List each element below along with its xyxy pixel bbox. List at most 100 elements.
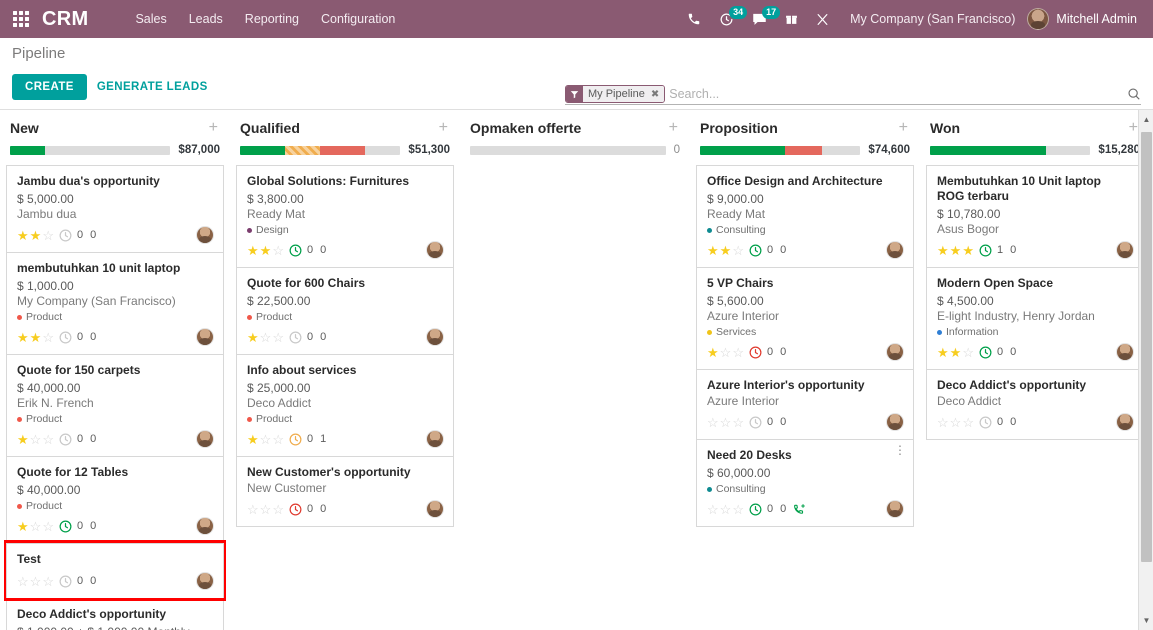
priority-star[interactable]: ★: [707, 244, 719, 257]
kanban-card[interactable]: membutuhkan 10 unit laptop $ 1,000.00 My C…: [6, 252, 224, 354]
kanban-card[interactable]: Office Design and Architecture $ 9,000.00…: [696, 165, 914, 267]
activity-clock-icon[interactable]: [749, 416, 762, 429]
activity-clock-icon[interactable]: [979, 416, 992, 429]
company-switcher[interactable]: My Company (San Francisco): [838, 12, 1027, 26]
priority-star[interactable]: ☆: [950, 416, 962, 429]
card-avatar[interactable]: [886, 500, 904, 518]
priority-star[interactable]: ☆: [247, 503, 259, 516]
vertical-scrollbar[interactable]: ▲ ▼: [1138, 110, 1153, 630]
priority-star[interactable]: ☆: [30, 433, 42, 446]
progress-segment-green[interactable]: [930, 145, 1046, 155]
navbar-menu-sales[interactable]: Sales: [124, 6, 177, 32]
progress-segment-red[interactable]: [320, 145, 366, 155]
card-avatar[interactable]: [886, 413, 904, 431]
priority-star[interactable]: ☆: [732, 503, 744, 516]
close-icon[interactable]: ✖: [651, 89, 659, 100]
priority-stars[interactable]: ☆ ☆ ☆: [707, 503, 744, 516]
card-avatar[interactable]: [196, 430, 214, 448]
activity-clock-icon[interactable]: [59, 520, 72, 533]
kanban-card[interactable]: Jambu dua's opportunity $ 5,000.00 Jambu d…: [6, 165, 224, 252]
priority-stars[interactable]: ★ ☆ ☆: [247, 433, 284, 446]
kanban-card[interactable]: Quote for 150 carpets $ 40,000.00 Erik N. …: [6, 354, 224, 456]
priority-star[interactable]: ★: [937, 346, 949, 359]
priority-star[interactable]: ★: [247, 331, 259, 344]
priority-star[interactable]: ★: [720, 244, 732, 257]
kanban-card[interactable]: Quote for 12 Tables $ 40,000.00 Product ★ ☆ ☆…: [6, 456, 224, 543]
column-progress-bar[interactable]: [240, 145, 401, 155]
phone-add-icon[interactable]: [793, 503, 806, 516]
priority-star[interactable]: ★: [247, 244, 259, 257]
priority-stars[interactable]: ★ ★ ☆: [17, 229, 54, 242]
card-tag[interactable]: Product: [247, 413, 444, 425]
card-tag[interactable]: Product: [17, 413, 214, 425]
card-tag[interactable]: Product: [247, 311, 444, 323]
activity-clock-icon[interactable]: [59, 433, 72, 446]
column-add-icon[interactable]: +: [437, 120, 450, 136]
scroll-up-icon[interactable]: ▲: [1139, 112, 1153, 127]
activity-clock-icon[interactable]: [59, 229, 72, 242]
priority-star[interactable]: ☆: [732, 416, 744, 429]
create-button[interactable]: CREATE: [12, 73, 87, 100]
kanban-card[interactable]: Azure Interior's opportunity Azure Interi…: [696, 369, 914, 439]
kanban-card[interactable]: Test ☆ ☆ ☆ 0 0: [4, 540, 226, 601]
card-menu-icon[interactable]: ⋮: [894, 444, 906, 456]
card-avatar[interactable]: [426, 500, 444, 518]
kanban-card[interactable]: Global Solutions: Furnitures $ 3,800.00 Re…: [236, 165, 454, 267]
generate-leads-button[interactable]: GENERATE LEADS: [87, 74, 218, 100]
progress-segment-green[interactable]: [10, 145, 46, 155]
column-title[interactable]: Qualified: [240, 120, 300, 136]
priority-star[interactable]: ☆: [260, 331, 272, 344]
priority-star[interactable]: ☆: [732, 244, 744, 257]
card-tag[interactable]: Consulting: [707, 483, 904, 495]
priority-star[interactable]: ★: [17, 331, 29, 344]
navbar-menu-leads[interactable]: Leads: [178, 6, 234, 32]
user-menu[interactable]: Mitchell Admin: [1027, 8, 1143, 30]
priority-star[interactable]: ★: [950, 346, 962, 359]
priority-stars[interactable]: ★ ☆ ☆: [17, 520, 54, 533]
scrollbar-thumb[interactable]: [1141, 132, 1152, 562]
activity-clock-icon[interactable]: [979, 244, 992, 257]
kanban-card[interactable]: New Customer's opportunity New Customer ☆ ☆…: [236, 456, 454, 527]
column-title[interactable]: Won: [930, 120, 960, 136]
phone-icon[interactable]: [678, 0, 710, 38]
priority-stars[interactable]: ★ ★ ★: [937, 244, 974, 257]
priority-stars[interactable]: ☆ ☆ ☆: [17, 575, 54, 588]
progress-segment-green[interactable]: [240, 145, 285, 155]
priority-star[interactable]: ☆: [720, 346, 732, 359]
search-facet-my-pipeline[interactable]: My Pipeline ✖: [565, 85, 666, 103]
priority-stars[interactable]: ★ ☆ ☆: [17, 433, 54, 446]
card-tag[interactable]: Product: [17, 500, 214, 512]
card-avatar[interactable]: [1116, 241, 1134, 259]
column-title[interactable]: Opmaken offerte: [470, 120, 581, 136]
card-avatar[interactable]: [426, 241, 444, 259]
priority-star[interactable]: ★: [17, 520, 29, 533]
activity-clock-icon[interactable]: [979, 346, 992, 359]
priority-star[interactable]: ★: [17, 229, 29, 242]
search-icon[interactable]: [1121, 87, 1141, 101]
priority-star[interactable]: ☆: [732, 346, 744, 359]
kanban-card[interactable]: Modern Open Space $ 4,500.00 E-light Indus…: [926, 267, 1144, 369]
card-tag[interactable]: Design: [247, 224, 444, 236]
navbar-menu-configuration[interactable]: Configuration: [310, 6, 406, 32]
card-avatar[interactable]: [196, 226, 214, 244]
card-avatar[interactable]: [196, 328, 214, 346]
priority-stars[interactable]: ☆ ☆ ☆: [937, 416, 974, 429]
column-title[interactable]: New: [10, 120, 39, 136]
card-avatar[interactable]: [1116, 343, 1134, 361]
card-avatar[interactable]: [426, 328, 444, 346]
priority-star[interactable]: ☆: [260, 503, 272, 516]
column-progress-bar[interactable]: [470, 145, 666, 155]
activity-clock-icon[interactable]: [749, 244, 762, 257]
kanban-card[interactable]: Deco Addict's opportunity $ 1,000.00 + $ …: [6, 598, 224, 630]
column-add-icon[interactable]: +: [207, 120, 220, 136]
column-progress-bar[interactable]: [10, 145, 171, 155]
card-tag[interactable]: Consulting: [707, 224, 904, 236]
activity-clock-icon[interactable]: [289, 244, 302, 257]
priority-stars[interactable]: ★ ☆ ☆: [247, 331, 284, 344]
priority-star[interactable]: ★: [962, 244, 974, 257]
kanban-card[interactable]: Membutuhkan 10 Unit laptop ROG terbaru $ …: [926, 165, 1144, 267]
priority-star[interactable]: ☆: [720, 503, 732, 516]
activity-clock-icon[interactable]: [749, 346, 762, 359]
priority-star[interactable]: ★: [707, 346, 719, 359]
priority-stars[interactable]: ★ ★ ☆: [247, 244, 284, 257]
